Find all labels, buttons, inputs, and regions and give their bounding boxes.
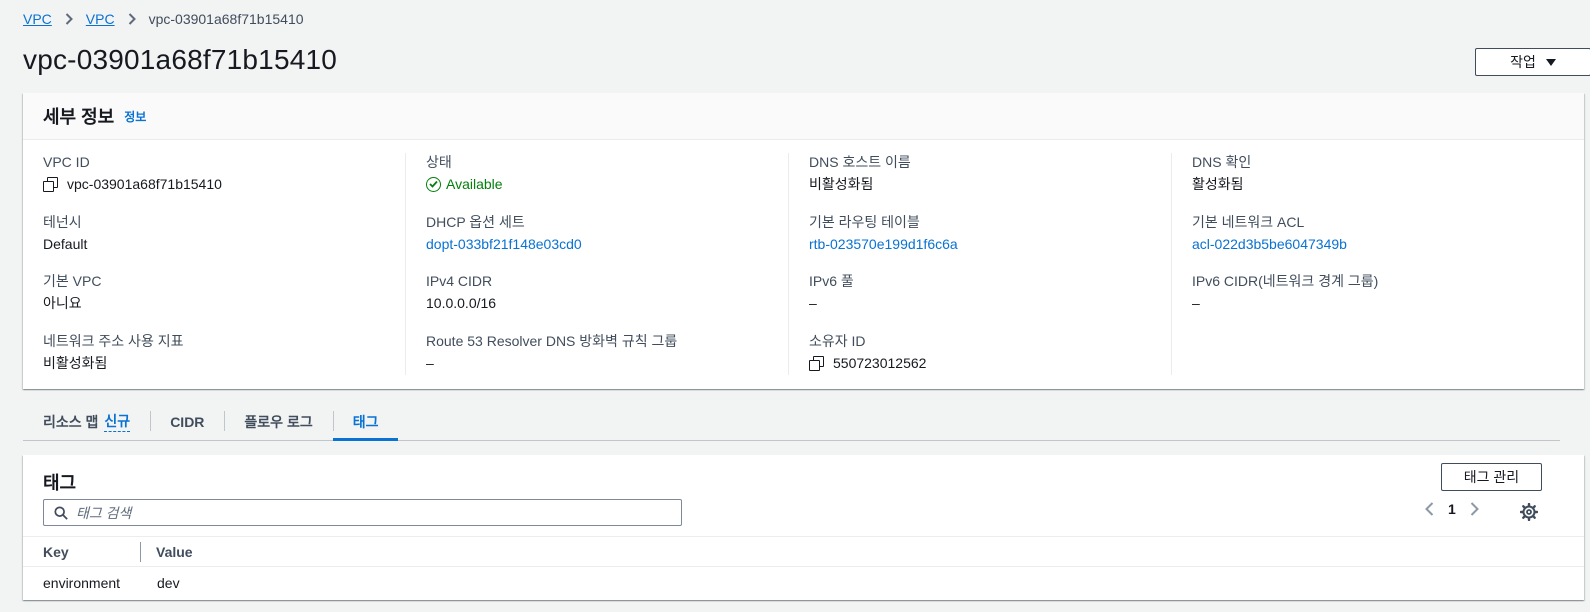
search-icon [54,505,68,520]
kv-dns-resolution: DNS 확인 활성화됨 [1192,153,1555,213]
state-value: Available [446,176,503,192]
tab-flow-logs[interactable]: 플로우 로그 [224,403,332,440]
default-vpc-value: 아니요 [43,295,82,311]
kv-dns-hostnames: DNS 호스트 이름 비활성화됨 [809,153,1171,213]
details-column-4: DNS 확인 활성화됨 기본 네트워크 ACL acl-022d3b5be604… [1172,153,1555,375]
kv-ipv6-pool: IPv6 풀 – [809,272,1171,332]
tab-tags[interactable]: 태그 [332,403,399,441]
ipv4-cidr-value: 10.0.0.0/16 [426,295,497,311]
table-row: environment dev [23,567,1584,598]
kv-label: IPv4 CIDR [426,273,493,289]
kv-label: 상태 [426,154,452,170]
column-header-key[interactable]: Key [23,541,141,562]
kv-state: 상태 Available [426,153,788,213]
details-header: 세부 정보 정보 [23,93,1584,140]
chevron-left-icon[interactable] [1425,502,1434,516]
copy-icon[interactable] [43,177,58,192]
details-panel: 세부 정보 정보 VPC ID vpc-03901a68f71b15410 테넌… [23,93,1584,389]
kv-value-row: 550723012562 [809,354,1171,372]
settings-gear-icon[interactable] [1519,502,1539,526]
copy-icon[interactable] [809,355,824,371]
column-header-value[interactable]: Value [141,544,193,560]
tag-value-cell: dev [157,574,180,591]
actions-dropdown-button[interactable]: 작업 [1475,48,1590,76]
tab-label: 리소스 맵 [43,413,99,430]
network-usage-metrics-value: 비활성화됨 [43,354,108,371]
new-badge: 신규 [104,411,131,432]
chevron-right-icon [128,13,136,25]
kv-main-route-table: 기본 라우팅 테이블 rtb-023570e199d1f6c6a [809,213,1171,273]
kv-label: IPv6 풀 [809,273,854,289]
dns-resolution-value: 활성화됨 [1192,176,1244,192]
breadcrumb-current: vpc-03901a68f71b15410 [148,11,304,27]
vpc-id-value: vpc-03901a68f71b15410 [67,176,222,192]
ipv6-pool-value: – [809,295,817,311]
ipv6-cidr-value: – [1192,295,1200,311]
info-link[interactable]: 정보 [124,108,146,125]
dns-hostnames-value: 비활성화됨 [809,176,874,192]
kv-label: 기본 네트워크 ACL [1192,213,1305,230]
kv-default-vpc: 기본 VPC 아니요 [43,272,405,332]
breadcrumb-link-vpc-list[interactable]: VPC [86,11,115,27]
tag-search-field[interactable] [43,499,682,526]
kv-value-row: vpc-03901a68f71b15410 [43,175,405,193]
kv-label: DHCP 옵션 세트 [426,213,525,230]
tags-title: 태그 [43,473,77,493]
chevron-right-icon [65,13,73,25]
tab-resource-map[interactable]: 리소스 맵 신규 [23,403,150,440]
kv-network-usage-metrics: 네트워크 주소 사용 지표 비활성화됨 [43,332,405,392]
kv-label: 테넌시 [43,213,82,230]
kv-label: VPC ID [43,154,90,170]
breadcrumb: VPC VPC vpc-03901a68f71b15410 [23,11,304,27]
details-title: 세부 정보 [43,107,115,127]
kv-label: IPv6 CIDR(네트워크 경계 그룹) [1192,273,1379,289]
pagination: 1 [1425,501,1479,517]
tab-label: 플로우 로그 [244,413,313,430]
dns-firewall-value: – [426,354,434,371]
actions-button-label: 작업 [1510,54,1536,70]
breadcrumb-link-vpc-console[interactable]: VPC [23,11,52,27]
tab-label: CIDR [170,413,205,430]
kv-dns-firewall: Route 53 Resolver DNS 방화벽 규칙 그룹 – [426,332,788,392]
kv-ipv6-cidr: IPv6 CIDR(네트워크 경계 그룹) – [1192,272,1555,332]
tag-search-input[interactable] [76,504,681,521]
kv-vpc-id: VPC ID vpc-03901a68f71b15410 [43,153,405,213]
owner-id-value: 550723012562 [833,354,927,371]
kv-label: 네트워크 주소 사용 지표 [43,332,184,349]
kv-tenancy: 테넌시 Default [43,213,405,273]
kv-label: DNS 확인 [1192,154,1252,170]
detail-tabs: 리소스 맵 신규 CIDR 플로우 로그 태그 [23,403,1560,441]
details-column-1: VPC ID vpc-03901a68f71b15410 테넌시 Default… [23,153,406,375]
main-network-acl-link[interactable]: acl-022d3b5be6047349b [1192,235,1555,253]
tag-key-cell: environment [43,574,121,591]
kv-label: DNS 호스트 이름 [809,154,911,170]
tab-label: 태그 [352,413,379,430]
caret-down-icon [1545,58,1556,66]
tenancy-value: Default [43,235,88,252]
page-number[interactable]: 1 [1448,501,1456,517]
tags-table-header: Key Value [23,536,1584,567]
manage-tags-button[interactable]: 태그 관리 [1441,463,1542,491]
details-grid: VPC ID vpc-03901a68f71b15410 테넌시 Default… [23,140,1584,375]
tab-cidr[interactable]: CIDR [150,403,224,440]
kv-owner-id: 소유자 ID 550723012562 [809,332,1171,392]
details-column-2: 상태 Available DHCP 옵션 세트 dopt-033bf21f148… [406,153,789,375]
status-indicator: Available [426,175,788,193]
tags-panel: 태그 태그 관리 1 Key Value [23,455,1584,600]
kv-label: Route 53 Resolver DNS 방화벽 규칙 그룹 [426,332,678,349]
kv-dhcp-options: DHCP 옵션 세트 dopt-033bf21f148e03cd0 [426,213,788,273]
kv-label: 기본 라우팅 테이블 [809,213,920,230]
main-route-table-link[interactable]: rtb-023570e199d1f6c6a [809,235,1171,253]
chevron-right-icon[interactable] [1470,502,1479,516]
kv-main-network-acl: 기본 네트워크 ACL acl-022d3b5be6047349b [1192,213,1555,273]
kv-label: 소유자 ID [809,332,866,349]
dhcp-options-link[interactable]: dopt-033bf21f148e03cd0 [426,235,788,253]
details-column-3: DNS 호스트 이름 비활성화됨 기본 라우팅 테이블 rtb-023570e1… [789,153,1172,375]
kv-label: 기본 VPC [43,273,102,289]
status-check-icon [426,176,441,192]
kv-ipv4-cidr: IPv4 CIDR 10.0.0.0/16 [426,272,788,332]
page-title: vpc-03901a68f71b15410 [23,44,338,75]
